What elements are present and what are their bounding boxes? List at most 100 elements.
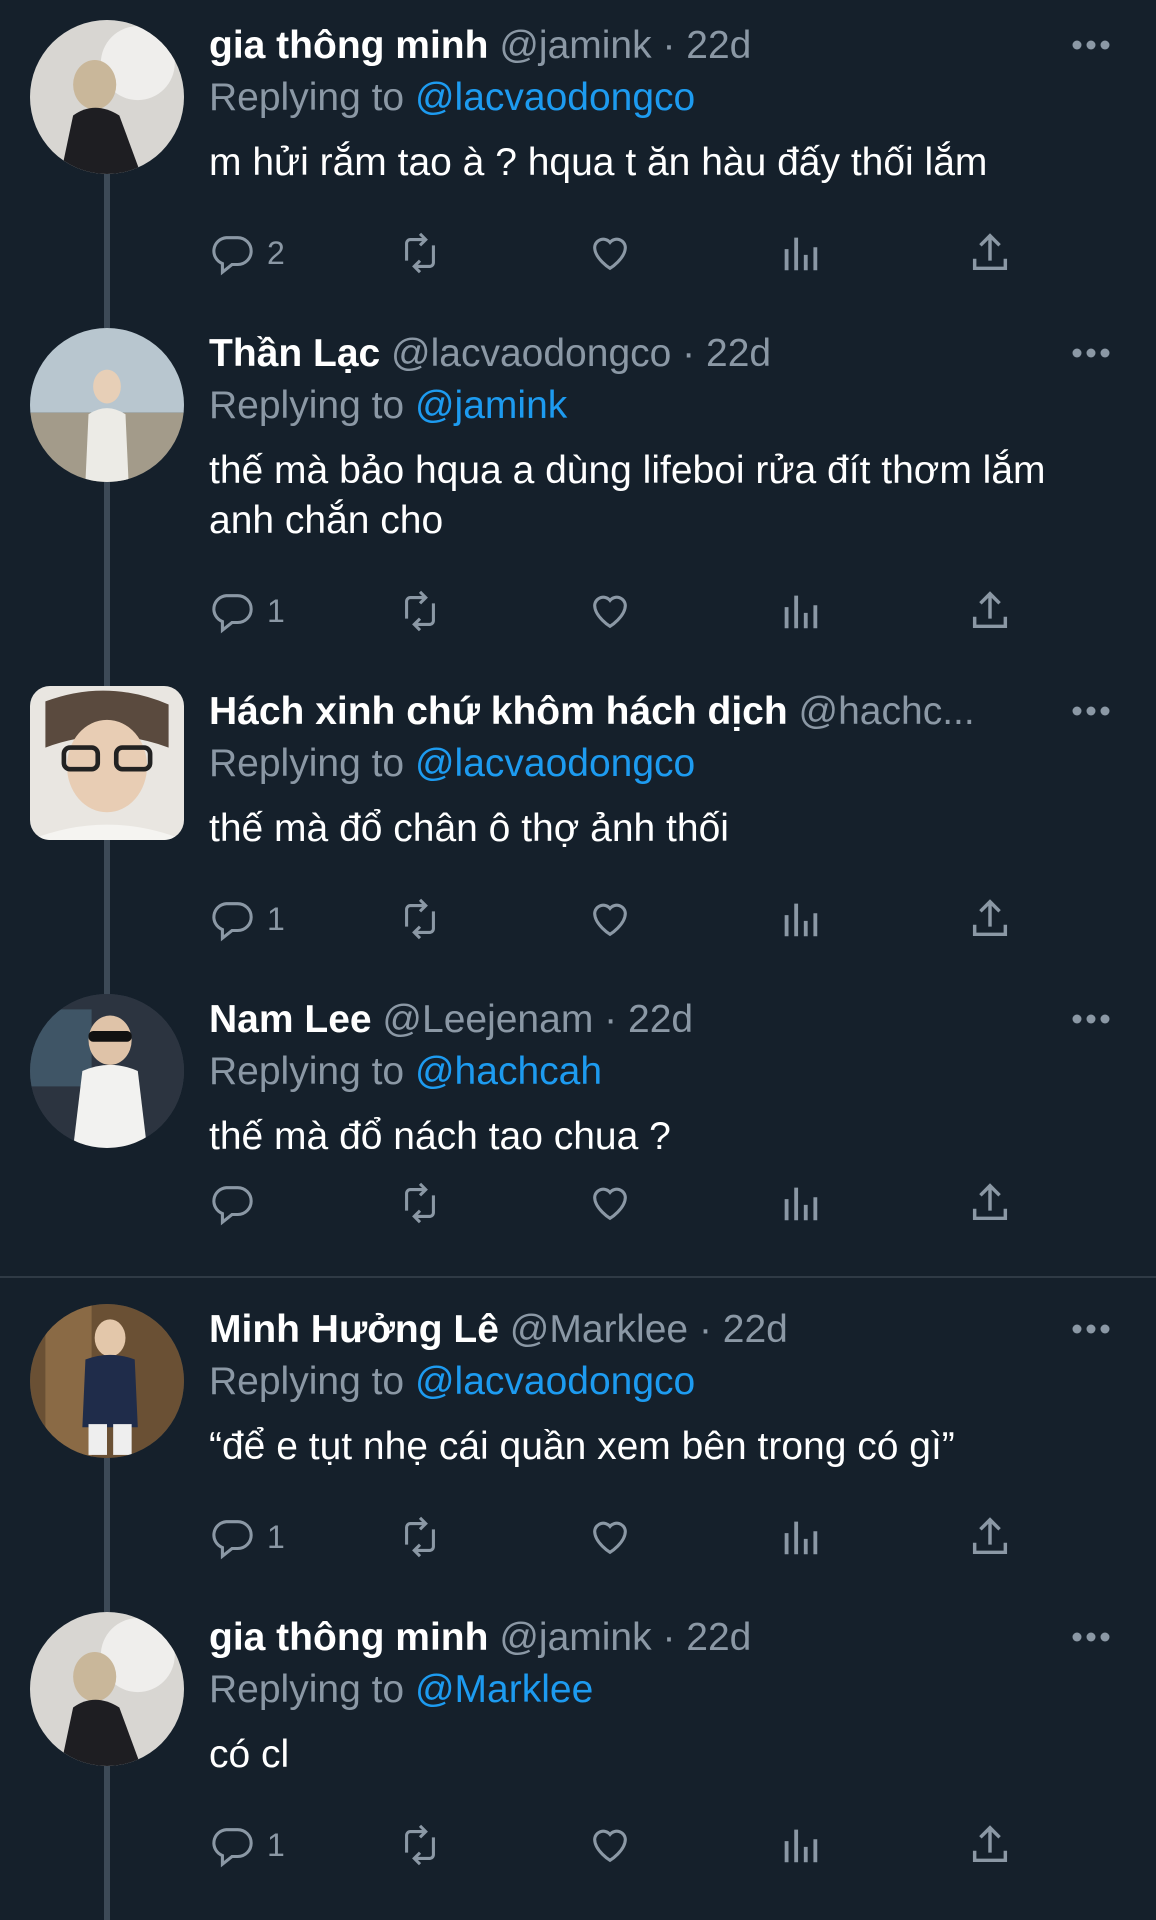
tweet-header: Thần Lạc @lacvaodongco · 22d [209, 328, 1059, 380]
views-icon [784, 1187, 818, 1221]
views-button[interactable] [777, 1178, 823, 1228]
user-handle[interactable]: @hachc... [799, 690, 975, 733]
retweet-button[interactable] [397, 1820, 443, 1870]
like-button[interactable] [587, 1820, 633, 1870]
avatar[interactable] [30, 1612, 184, 1766]
heart-icon [593, 1187, 627, 1221]
retweet-button[interactable] [397, 1178, 443, 1228]
display-name[interactable]: gia thông minh [209, 1616, 488, 1659]
tweet[interactable]: Minh Hưởng Lê @Marklee · 22d Replying to… [0, 1284, 1156, 1592]
display-name[interactable]: Thần Lạc [209, 332, 380, 375]
retweet-icon [405, 898, 435, 940]
more-icon[interactable] [1071, 704, 1111, 716]
replying-to-label: Replying to [209, 1668, 405, 1711]
mention-link[interactable]: @lacvaodongco [415, 76, 695, 119]
avatar[interactable] [30, 994, 184, 1148]
retweet-button[interactable] [397, 586, 443, 636]
reply-count: 1 [267, 1826, 285, 1863]
timestamp[interactable]: 22d [686, 1616, 751, 1659]
user-handle[interactable]: @Leejenam [382, 998, 593, 1041]
more-icon[interactable] [1071, 38, 1111, 50]
reply-button[interactable]: 1 [209, 586, 285, 636]
like-button[interactable] [587, 1512, 633, 1562]
like-button[interactable] [587, 586, 633, 636]
display-name[interactable]: Nam Lee [209, 998, 372, 1041]
timestamp[interactable]: 22d [723, 1308, 788, 1351]
user-handle[interactable]: @jamink [499, 24, 651, 67]
share-button[interactable] [967, 894, 1013, 944]
timestamp[interactable]: 22d [628, 998, 693, 1041]
more-icon[interactable] [1071, 1630, 1111, 1642]
more-icon[interactable] [1071, 346, 1111, 358]
timestamp[interactable]: 22d [686, 24, 751, 67]
share-button[interactable] [967, 586, 1013, 636]
display-name[interactable]: gia thông minh [209, 24, 488, 67]
retweet-button[interactable] [397, 894, 443, 944]
retweet-button[interactable] [397, 228, 443, 278]
reply-button[interactable] [209, 1178, 267, 1228]
separator-dot: · [604, 998, 618, 1041]
tweet-text: “để e tụt nhẹ cái quần xem bên trong có … [209, 1425, 955, 1468]
share-button[interactable] [967, 1820, 1013, 1870]
views-button[interactable] [777, 894, 823, 944]
avatar[interactable] [30, 1304, 184, 1458]
user-handle[interactable]: @Marklee [510, 1308, 688, 1351]
tweet-actions [209, 1178, 1029, 1228]
like-button[interactable] [587, 894, 633, 944]
tweet-content: gia thông minh @jamink · 22d Replying to… [209, 20, 1059, 188]
tweet-actions: 1 [209, 586, 1029, 636]
mention-link[interactable]: @hachcah [415, 1050, 602, 1093]
tweet-content: Hách xinh chứ khôm hách dịch @hachc... R… [209, 686, 1059, 854]
display-name[interactable]: Minh Hưởng Lê [209, 1308, 499, 1351]
views-icon [784, 595, 818, 629]
tweet[interactable]: Thần Lạc @lacvaodongco · 22d Replying to… [0, 308, 1156, 666]
retweet-button[interactable] [397, 1512, 443, 1562]
mention-link[interactable]: @Marklee [415, 1668, 593, 1711]
share-button[interactable] [967, 1178, 1013, 1228]
avatar[interactable] [30, 686, 184, 840]
tweet[interactable]: Hách xinh chứ khôm hách dịch @hachc... R… [0, 666, 1156, 974]
mention-link[interactable]: @jamink [415, 384, 567, 427]
reply-button[interactable]: 1 [209, 1820, 285, 1870]
views-button[interactable] [777, 228, 823, 278]
mention-link[interactable]: @lacvaodongco [415, 1360, 695, 1403]
heart-icon [593, 595, 627, 629]
replying-to: Replying to @hachcah [209, 1046, 1059, 1098]
share-icon [972, 233, 1008, 271]
user-handle[interactable]: @jamink [499, 1616, 651, 1659]
reply-button[interactable]: 1 [209, 1512, 285, 1562]
views-button[interactable] [777, 1820, 823, 1870]
reply-count: 1 [267, 592, 285, 629]
mention-link[interactable]: @lacvaodongco [415, 742, 695, 785]
thread-line [104, 974, 110, 994]
like-button[interactable] [587, 1178, 633, 1228]
timestamp[interactable]: 22d [706, 332, 771, 375]
tweet-header: Hách xinh chứ khôm hách dịch @hachc... [209, 686, 1059, 738]
tweet-actions: 1 [209, 1820, 1029, 1870]
avatar[interactable] [30, 20, 184, 174]
tweet-header: Nam Lee @Leejenam · 22d [209, 994, 1059, 1046]
reply-button[interactable]: 1 [209, 894, 285, 944]
tweet[interactable]: Nam Lee @Leejenam · 22d Replying to @hac… [0, 974, 1156, 1274]
more-icon[interactable] [1071, 1322, 1111, 1334]
divider [0, 1276, 1156, 1278]
views-button[interactable] [777, 1512, 823, 1562]
tweet[interactable]: gia thông minh @jamink · 22d Replying to… [0, 1592, 1156, 1920]
display-name[interactable]: Hách xinh chứ khôm hách dịch [209, 690, 788, 733]
replying-to-label: Replying to [209, 1360, 405, 1403]
thread-line [104, 308, 110, 328]
replying-to-label: Replying to [209, 76, 405, 119]
more-icon[interactable] [1071, 1012, 1111, 1024]
tweet-content: Minh Hưởng Lê @Marklee · 22d Replying to… [209, 1304, 1059, 1472]
views-button[interactable] [777, 586, 823, 636]
tweet-text: m hửi rắm tao à ? hqua t ăn hàu đấy thối… [209, 141, 988, 184]
user-handle[interactable]: @lacvaodongco [391, 332, 671, 375]
share-button[interactable] [967, 1512, 1013, 1562]
like-button[interactable] [587, 228, 633, 278]
share-button[interactable] [967, 228, 1013, 278]
reply-button[interactable]: 2 [209, 228, 285, 278]
avatar[interactable] [30, 328, 184, 482]
tweet[interactable]: gia thông minh @jamink · 22d Replying to… [0, 0, 1156, 308]
separator-dot: · [662, 1616, 676, 1659]
heart-icon [593, 903, 627, 937]
